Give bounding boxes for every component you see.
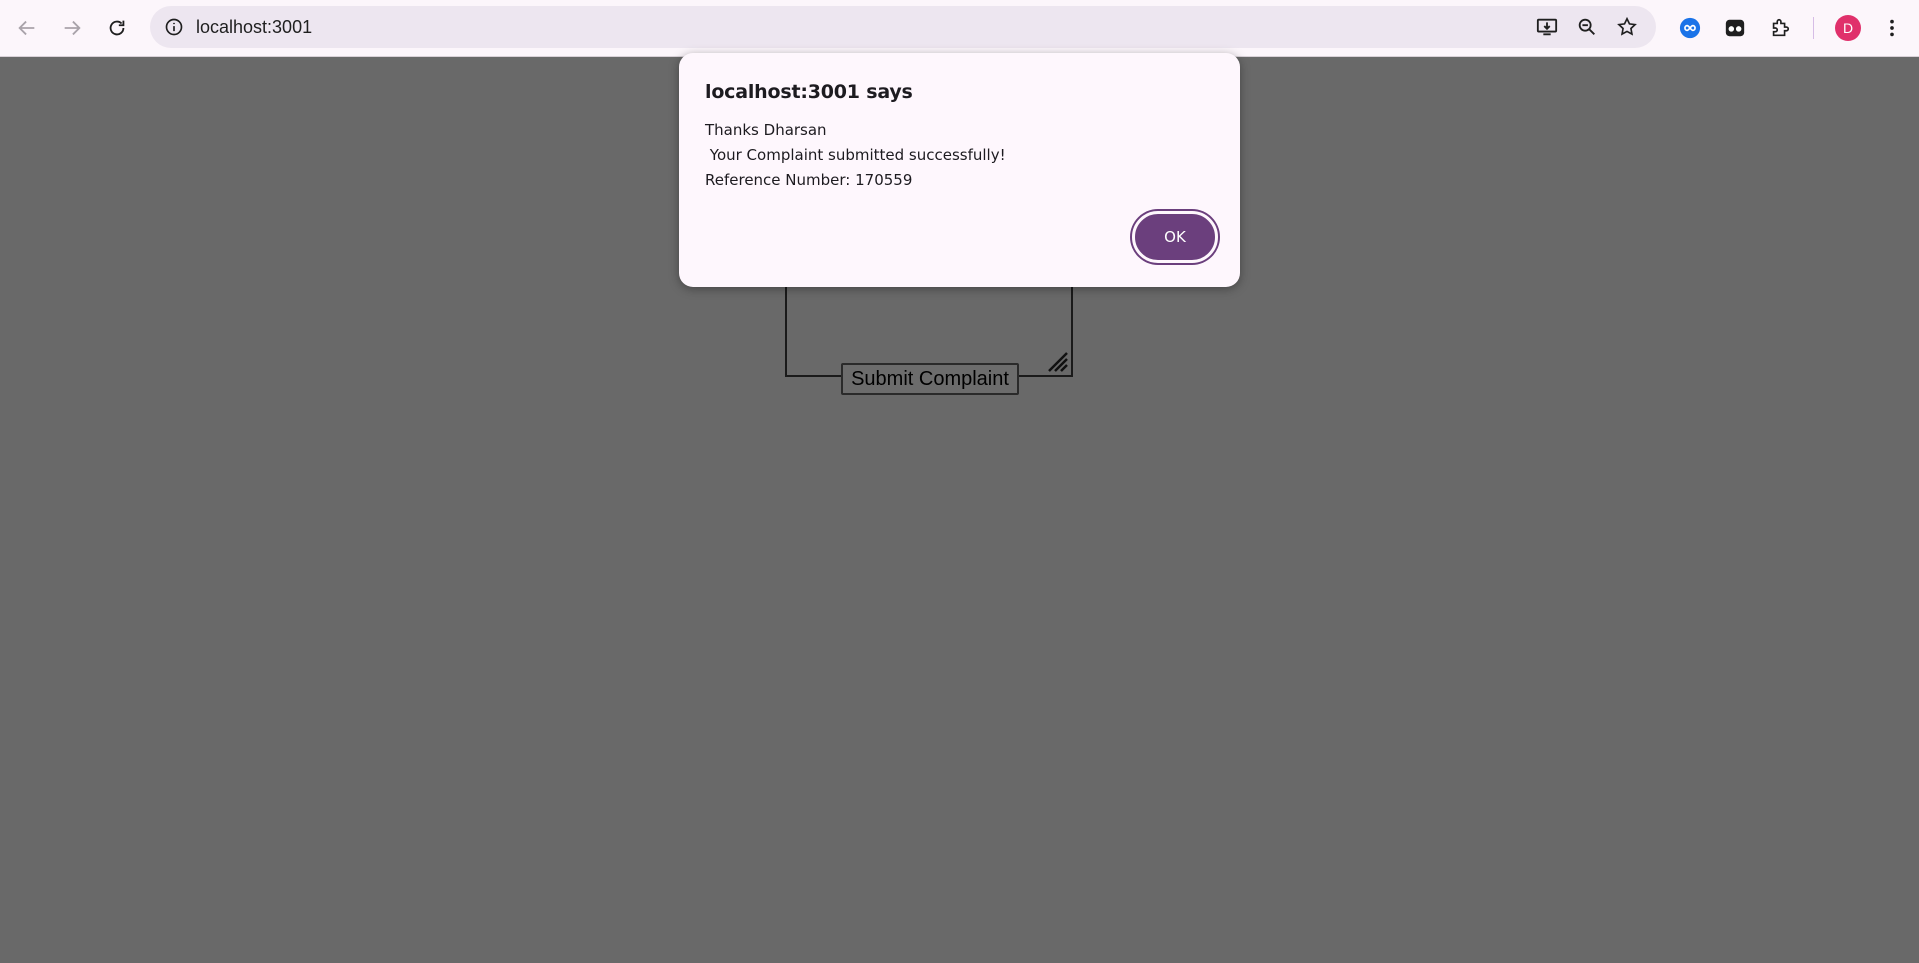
zoom-out-icon: [1578, 18, 1595, 35]
toolbar-separator: [1813, 17, 1814, 39]
browser-toolbar: localhost:3001 D: [0, 0, 1919, 57]
install-app-button[interactable]: [1533, 13, 1561, 41]
star-icon: [1617, 16, 1637, 36]
dialog-message-line-2: Your Complaint submitted successfully!: [705, 146, 1006, 164]
resize-handle-icon[interactable]: [1045, 349, 1069, 373]
extension-button-2[interactable]: [1717, 10, 1753, 46]
profile-avatar[interactable]: D: [1835, 15, 1861, 41]
forward-button[interactable]: [54, 10, 90, 46]
reload-icon: [109, 20, 125, 36]
browser-window: localhost:3001 D Submit Complaint localh…: [0, 0, 1919, 963]
dialog-message-line-1: Thanks Dharsan: [705, 121, 827, 139]
extensions-button[interactable]: [1762, 10, 1798, 46]
back-button[interactable]: [9, 10, 45, 46]
info-icon: [165, 18, 183, 36]
arrow-left-icon: [18, 20, 35, 36]
zoom-button[interactable]: [1573, 13, 1601, 41]
site-info-button[interactable]: [160, 13, 188, 41]
dialog-message-line-3: Reference Number: 170559: [705, 171, 913, 189]
url-text[interactable]: localhost:3001: [196, 17, 312, 38]
glasses-extension-icon: [1725, 19, 1745, 37]
bookmark-button[interactable]: [1613, 13, 1641, 41]
kebab-menu-icon: [1890, 19, 1894, 37]
reload-button[interactable]: [99, 10, 135, 46]
extension-button-1[interactable]: [1672, 10, 1708, 46]
alert-dialog: localhost:3001 says Thanks Dharsan Your …: [679, 53, 1240, 287]
submit-complaint-button[interactable]: Submit Complaint: [841, 363, 1019, 395]
install-app-icon: [1536, 18, 1558, 36]
address-bar[interactable]: localhost:3001: [150, 6, 1656, 48]
arrow-right-icon: [64, 20, 81, 36]
dialog-title: localhost:3001 says: [705, 81, 913, 103]
ok-button[interactable]: OK: [1132, 211, 1218, 263]
infinity-extension-icon: [1679, 17, 1701, 39]
puzzle-icon: [1772, 18, 1790, 37]
browser-menu-button[interactable]: [1874, 10, 1910, 46]
